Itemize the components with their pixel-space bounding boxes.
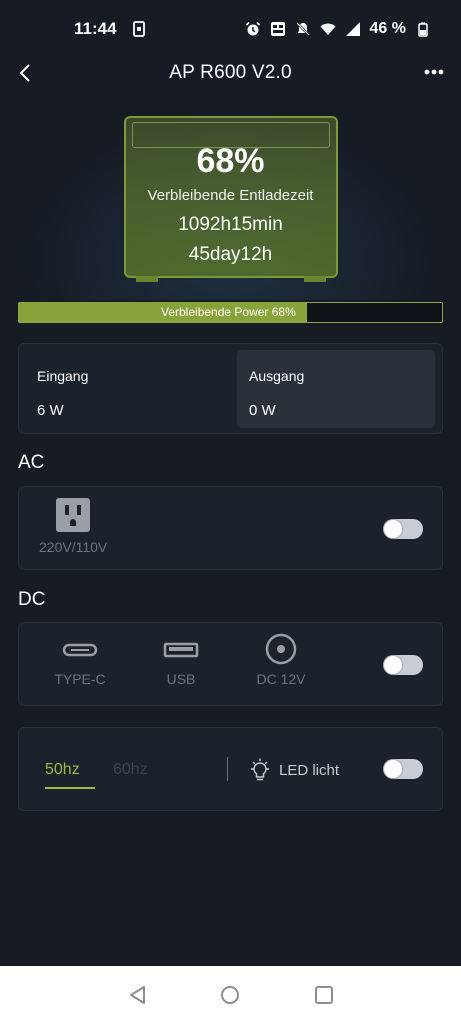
dc-card: TYPE-C USB DC 12V	[18, 622, 443, 706]
remaining-discharge-label: Verbleibende Entladezeit	[147, 187, 314, 204]
ac-toggle[interactable]	[383, 519, 423, 539]
toggle-knob	[384, 656, 402, 674]
dc-port-label: DC 12V	[256, 671, 306, 687]
led-toggle[interactable]	[383, 759, 423, 779]
page-title: AP R600 V2.0	[169, 62, 292, 83]
battery-readout: 68% Verbleibende Entladezeit 1092h15min …	[0, 142, 461, 266]
mute-icon	[295, 22, 310, 36]
battery-percent-large: 68%	[196, 142, 265, 180]
lightbulb-icon	[251, 758, 269, 781]
output-value: 0 W	[249, 402, 276, 419]
remaining-days: 45day12h	[188, 244, 273, 265]
more-options-icon[interactable]	[423, 62, 445, 82]
frequency-led-card: 50hz 60hz LED licht	[18, 727, 443, 811]
frequency-50hz-label: 50hz	[45, 761, 80, 778]
dc-port-12v: DC 12V	[253, 633, 309, 687]
system-nav-bar	[0, 966, 461, 1024]
usb-c-icon	[62, 643, 98, 657]
hd-icon	[270, 22, 285, 36]
frequency-50hz-option[interactable]: 50hz	[45, 761, 95, 789]
power-bar-label: Verbleibende Power 68%	[161, 305, 296, 319]
frequency-60hz-option[interactable]: 60hz	[113, 761, 148, 779]
dc-port-usb: USB	[153, 635, 209, 687]
led-label: LED licht	[279, 761, 340, 779]
output-tab[interactable]: Ausgang 0 W	[237, 350, 435, 428]
signal-icon	[345, 22, 360, 36]
nav-home-icon[interactable]	[219, 984, 241, 1006]
dc-port-icon	[265, 633, 297, 665]
toggle-knob	[384, 760, 402, 778]
remaining-time: 1092h15min	[178, 214, 283, 235]
battery-hero: 68% Verbleibende Entladezeit 1092h15min …	[0, 100, 461, 300]
dc-port-label: TYPE-C	[54, 671, 106, 687]
status-bar: 11:44 46 %	[0, 0, 461, 58]
ac-card: 220V/110V	[18, 486, 443, 570]
output-title: Ausgang	[249, 368, 305, 384]
ac-port: 220V/110V	[39, 497, 107, 555]
dc-section-title: DC	[18, 589, 46, 610]
wifi-icon	[320, 23, 336, 35]
battery-percent: 46 %	[369, 20, 406, 37]
nav-back-icon[interactable]	[127, 984, 149, 1006]
input-tab[interactable]: Eingang 6 W	[25, 350, 223, 428]
nav-recents-icon[interactable]	[313, 984, 335, 1006]
app-header: AP R600 V2.0	[0, 58, 461, 88]
screenshot-notification-icon	[132, 21, 145, 37]
input-value: 6 W	[37, 402, 64, 419]
alarm-icon	[245, 21, 260, 36]
dc-toggle[interactable]	[383, 655, 423, 675]
led-control: LED licht	[249, 758, 339, 782]
usb-icon	[163, 642, 199, 658]
remaining-power-bar: Verbleibende Power 68%	[18, 302, 443, 323]
battery-foot	[304, 276, 326, 282]
ac-section-title: AC	[18, 452, 45, 473]
battery-icon	[418, 22, 428, 37]
toggle-knob	[384, 520, 402, 538]
back-icon[interactable]	[14, 60, 38, 86]
ac-port-label: 220V/110V	[39, 539, 108, 555]
selected-underline	[45, 787, 95, 789]
input-title: Eingang	[37, 368, 89, 384]
dc-port-label: USB	[166, 671, 196, 687]
status-time: 11:44	[74, 19, 117, 38]
divider	[227, 757, 228, 781]
battery-foot	[136, 276, 158, 282]
io-card: Eingang 6 W Ausgang 0 W	[18, 343, 443, 434]
ac-outlet-icon	[56, 498, 91, 532]
dc-port-typec: TYPE-C	[52, 635, 108, 687]
